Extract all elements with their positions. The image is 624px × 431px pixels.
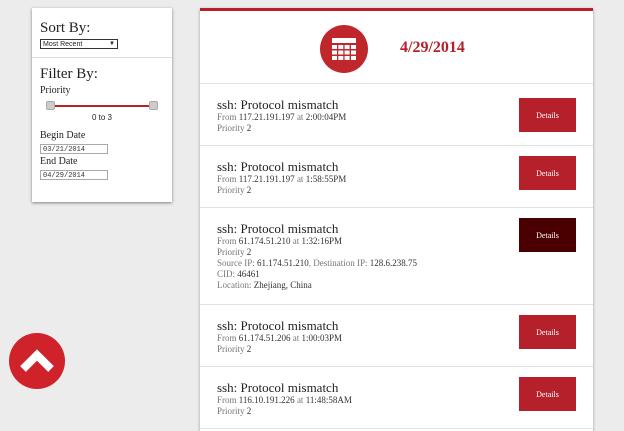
details-button[interactable]: Details <box>519 98 576 132</box>
chevron-up-icon <box>20 349 54 372</box>
filter-heading: Filter By: <box>40 66 98 82</box>
begin-date-input[interactable]: 03/21/2014 <box>40 144 108 154</box>
list-item: ssh: Protocol mismatch From 61.174.51.20… <box>200 305 593 367</box>
priority-range-text: 0 to 3 <box>91 113 112 122</box>
details-button[interactable]: Details <box>519 156 576 190</box>
dropdown-arrow-icon: ▼ <box>109 41 115 47</box>
slider-track <box>48 105 156 107</box>
sort-heading: Sort By: <box>40 20 91 36</box>
sort-select[interactable]: Most Recent ▼ <box>40 39 118 49</box>
calendar-icon <box>320 25 368 73</box>
begin-date-label: Begin Date <box>40 130 86 141</box>
details-button[interactable]: Details <box>519 315 576 349</box>
date-header: 4/29/2014 <box>200 11 593 84</box>
filter-panel: Sort By: Most Recent ▼ Filter By: Priori… <box>32 8 172 202</box>
priority-label: Priority <box>40 85 71 96</box>
alerts-card: 4/29/2014 ssh: Protocol mismatch From 11… <box>200 8 593 431</box>
divider <box>32 57 172 58</box>
end-date-input[interactable]: 04/29/2014 <box>40 170 108 180</box>
list-item-expanded: ssh: Protocol mismatch From 61.174.51.21… <box>200 208 593 305</box>
header-date: 4/29/2014 <box>400 39 465 56</box>
entry-ip-line: Source IP: 61.174.51.210, Destination IP… <box>217 258 417 268</box>
list-item: ssh: Protocol mismatch From 116.10.191.2… <box>200 367 593 429</box>
scroll-to-top-button[interactable] <box>9 333 65 389</box>
slider-handle-min[interactable] <box>46 101 55 110</box>
sort-selected-value: Most Recent <box>43 41 83 48</box>
priority-slider[interactable] <box>42 99 162 113</box>
entry-location-line: Location: Zhejiang, China <box>217 280 312 290</box>
details-button[interactable]: Details <box>519 377 576 411</box>
slider-handle-max[interactable] <box>149 101 158 110</box>
end-date-label: End Date <box>40 156 78 167</box>
list-item: ssh: Protocol mismatch From 117.21.191.1… <box>200 84 593 146</box>
list-item: ssh: Protocol mismatch From 117.21.191.1… <box>200 146 593 208</box>
details-button[interactable]: Details <box>519 218 576 252</box>
entry-cid-line: CID: 46461 <box>217 269 260 279</box>
